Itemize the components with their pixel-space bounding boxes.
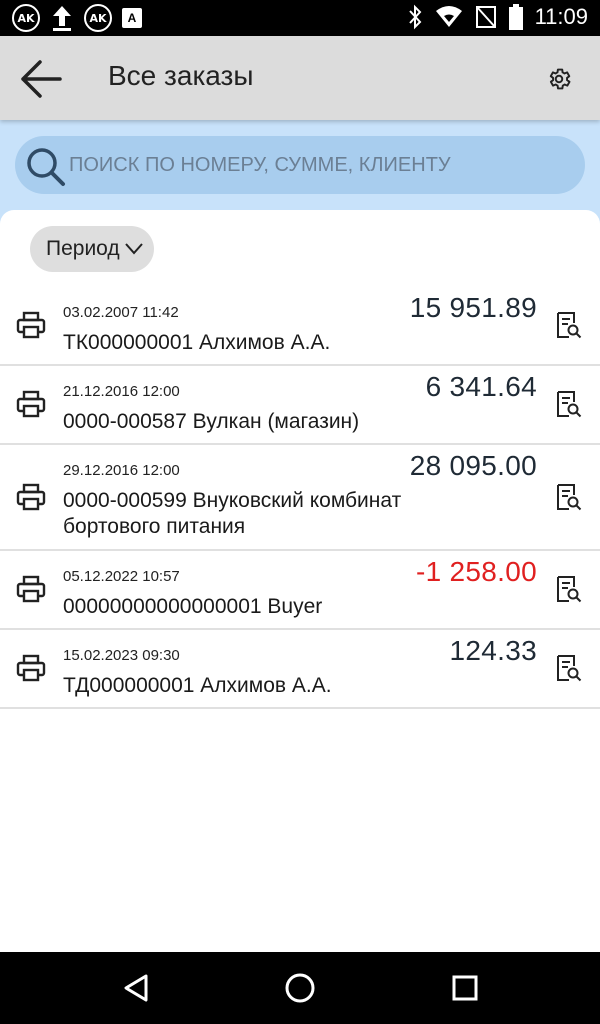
order-description: 0000-000599 Внуковский комбинат бортовог… (63, 489, 402, 538)
order-amount: 124.33 (449, 635, 537, 666)
document-search-icon[interactable] (556, 654, 582, 682)
order-amount: 15 951.89 (409, 292, 537, 323)
upload-icon (53, 6, 71, 31)
order-row[interactable]: 05.12.2022 10:57 -1 258.00 0000000000000… (0, 551, 600, 630)
printer-icon[interactable] (16, 575, 46, 603)
order-description: ТД000000001 Алхимов А.А. (63, 674, 332, 697)
back-button[interactable] (18, 56, 64, 102)
printer-icon[interactable] (16, 483, 46, 511)
bluetooth-icon (408, 4, 421, 30)
order-date: 15.02.2023 09:30 (63, 647, 180, 664)
settings-button[interactable] (544, 64, 574, 94)
circle-home-icon (285, 973, 315, 1003)
order-row[interactable]: 21.12.2016 12:00 6 341.64 0000-000587 Ву… (0, 366, 600, 445)
search-icon (27, 148, 65, 186)
nav-recents-button[interactable] (447, 970, 483, 1006)
no-sim-icon (475, 6, 496, 28)
chevron-down-icon (124, 243, 143, 255)
order-row[interactable]: 15.02.2023 09:30 124.33 ТД000000001 Алхи… (0, 630, 600, 709)
status-bar: AK AK A 11:09 (0, 0, 600, 36)
period-filter-button[interactable]: Период (30, 226, 154, 272)
nav-back-button[interactable] (118, 970, 154, 1006)
triangle-back-icon (124, 974, 148, 1002)
period-filter-label: Период (46, 237, 120, 260)
order-row[interactable]: 29.12.2016 12:00 28 095.00 0000-000599 В… (0, 445, 600, 551)
page-title: Все заказы (108, 60, 254, 91)
navigation-bar (0, 952, 600, 1024)
order-description: 0000-000587 Вулкан (магазин) (63, 410, 360, 433)
printer-icon[interactable] (16, 390, 46, 418)
ak-circle-icon: AK (84, 4, 112, 32)
document-search-icon[interactable] (556, 390, 582, 418)
search-box[interactable] (15, 136, 585, 194)
order-amount: 6 341.64 (425, 371, 537, 402)
wifi-icon (435, 6, 462, 27)
order-amount: 28 095.00 (409, 450, 537, 481)
printer-icon[interactable] (16, 311, 46, 339)
order-description: ТК000000001 Алхимов А.А. (63, 331, 331, 354)
order-date: 05.12.2022 10:57 (63, 568, 180, 585)
document-search-icon[interactable] (556, 311, 582, 339)
battery-icon (508, 4, 523, 30)
printer-icon[interactable] (16, 654, 46, 682)
order-date: 03.02.2007 11:42 (63, 304, 179, 321)
nav-home-button[interactable] (282, 970, 318, 1006)
document-search-icon[interactable] (556, 483, 582, 511)
order-amount: -1 258.00 (415, 556, 537, 587)
ak-circle-icon: AK (12, 4, 40, 32)
order-description: 00000000000000001 Buyer (63, 595, 323, 618)
order-row[interactable]: 03.02.2007 11:42 15 951.89 ТК000000001 А… (0, 287, 600, 366)
square-recents-icon (452, 975, 478, 1001)
gear-icon (549, 68, 571, 90)
orders-panel: Период 03.02.2007 11:42 15 951.89 ТК0000… (0, 210, 600, 952)
order-date: 21.12.2016 12:00 (63, 383, 180, 400)
arrow-left-icon (21, 60, 62, 98)
search-input[interactable] (69, 136, 569, 194)
text-a-icon: A (122, 8, 142, 28)
app-bar: Все заказы (0, 36, 600, 120)
orders-list: 03.02.2007 11:42 15 951.89 ТК000000001 А… (0, 287, 600, 709)
order-date: 29.12.2016 12:00 (63, 462, 180, 479)
clock: 11:09 (534, 4, 588, 29)
document-search-icon[interactable] (556, 575, 582, 603)
